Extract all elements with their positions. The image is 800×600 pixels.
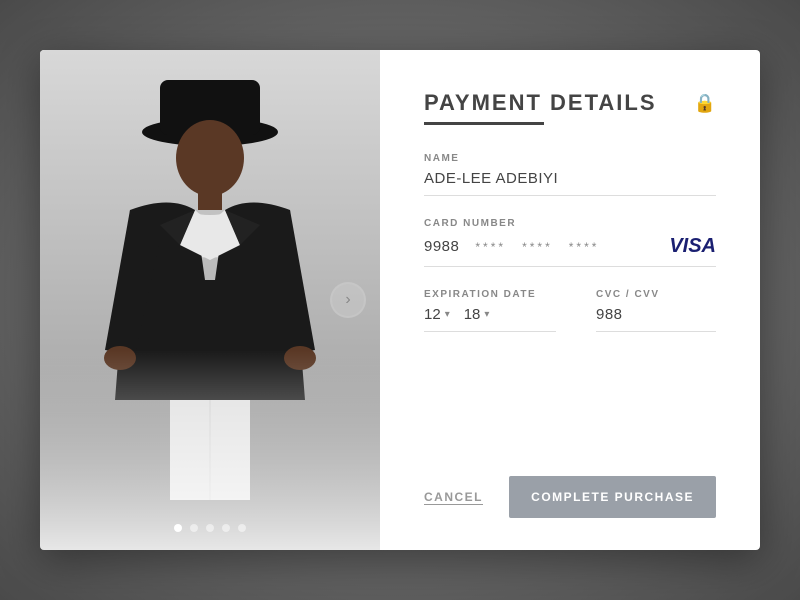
carousel-dots (40, 524, 380, 532)
card-number-field-group: CARD NUMBER 9988 **** **** **** VISA (424, 218, 716, 267)
product-image-panel: › (40, 50, 380, 550)
expiry-select-row: 12 ▾ 18 ▾ (424, 306, 556, 332)
cvc-value[interactable]: 988 (596, 306, 716, 332)
name-field-group: NAME ADE-LEE ADEBIYI (424, 153, 716, 196)
card-number-label: CARD NUMBER (424, 218, 716, 229)
carousel-dot-2[interactable] (190, 524, 198, 532)
month-select[interactable]: 12 ▾ (424, 306, 450, 323)
year-select[interactable]: 18 ▾ (464, 306, 490, 323)
card-number-row: 9988 **** **** **** VISA (424, 235, 716, 267)
name-value[interactable]: ADE-LEE ADEBIYI (424, 170, 716, 196)
payment-form-panel: PAYMENT DETAILS 🔒 NAME ADE-LEE ADEBIYI C… (380, 50, 760, 550)
cancel-button[interactable]: CANCEL (424, 490, 483, 504)
visa-logo: VISA (669, 235, 716, 258)
month-value: 12 (424, 306, 441, 323)
year-value: 18 (464, 306, 481, 323)
cvc-field-group: CVC / CVV 988 (596, 289, 716, 332)
cvc-label: CVC / CVV (596, 289, 716, 300)
expiry-field-group: EXPIRATION DATE 12 ▾ 18 ▾ (424, 289, 556, 332)
name-label: NAME (424, 153, 716, 164)
card-number-first: 9988 (424, 238, 459, 255)
expiry-cvc-row: EXPIRATION DATE 12 ▾ 18 ▾ CVC / CVV 988 (424, 289, 716, 354)
payment-card: › PAYMENT DETAILS 🔒 NAME ADE-LEE ADEBIYI… (40, 50, 760, 550)
carousel-dot-1[interactable] (174, 524, 182, 532)
card-number-hidden-1: **** (475, 240, 506, 254)
title-underline (424, 122, 544, 125)
carousel-next-button[interactable]: › (330, 282, 366, 318)
month-chevron-icon: ▾ (445, 309, 450, 320)
year-chevron-icon: ▾ (484, 309, 489, 320)
expiry-label: EXPIRATION DATE (424, 289, 556, 300)
card-number-hidden-3: **** (569, 240, 600, 254)
carousel-dot-5[interactable] (238, 524, 246, 532)
chevron-right-icon: › (345, 291, 350, 309)
card-number-hidden-2: **** (522, 240, 553, 254)
lock-icon: 🔒 (694, 93, 716, 114)
carousel-dot-4[interactable] (222, 524, 230, 532)
panel-header: PAYMENT DETAILS 🔒 (424, 90, 716, 116)
model-image (40, 50, 380, 550)
complete-purchase-button[interactable]: COMPLETE PURCHASE (509, 476, 716, 518)
carousel-dot-3[interactable] (206, 524, 214, 532)
actions-row: CANCEL COMPLETE PURCHASE (424, 466, 716, 518)
panel-title: PAYMENT DETAILS (424, 90, 657, 116)
